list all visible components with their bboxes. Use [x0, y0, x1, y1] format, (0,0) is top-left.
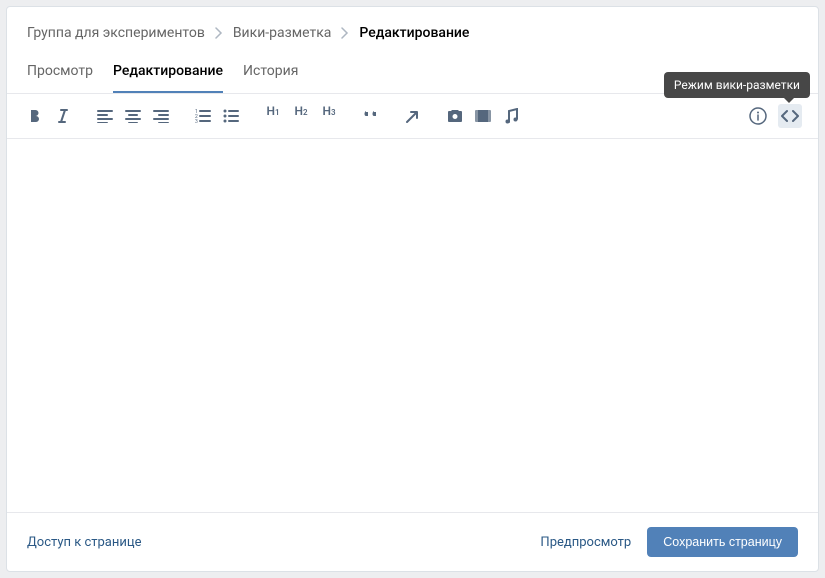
- save-button[interactable]: Сохранить страницу: [647, 527, 798, 557]
- align-right-button[interactable]: [149, 104, 173, 128]
- tab-history[interactable]: История: [243, 57, 298, 93]
- heading1-button[interactable]: H1: [261, 104, 285, 128]
- link-button[interactable]: [401, 104, 425, 128]
- bold-button[interactable]: [23, 104, 47, 128]
- photo-button[interactable]: [443, 104, 467, 128]
- ordered-list-button[interactable]: 123: [191, 104, 215, 128]
- toolbar-left-group: 123 H1 H2 H3: [23, 104, 523, 128]
- breadcrumb: Группа для экспериментов Вики-разметка Р…: [7, 7, 818, 57]
- chevron-right-icon: [215, 27, 223, 39]
- quote-button[interactable]: [359, 104, 383, 128]
- editor-textarea[interactable]: [7, 139, 818, 512]
- footer-actions: Предпросмотр Сохранить страницу: [540, 527, 798, 557]
- editor-toolbar: 123 H1 H2 H3: [7, 94, 818, 139]
- breadcrumb-page[interactable]: Вики-разметка: [233, 25, 332, 41]
- wiki-mode-button[interactable]: [778, 104, 802, 128]
- heading2-button[interactable]: H2: [289, 104, 313, 128]
- tab-edit[interactable]: Редактирование: [113, 57, 223, 93]
- italic-button[interactable]: [51, 104, 75, 128]
- align-center-button[interactable]: [121, 104, 145, 128]
- chevron-right-icon: [341, 27, 349, 39]
- wiki-mode-tooltip: Режим вики-разметки: [664, 72, 810, 98]
- align-left-button[interactable]: [93, 104, 117, 128]
- wiki-editor-panel: Группа для экспериментов Вики-разметка Р…: [6, 6, 819, 572]
- unordered-list-button[interactable]: [219, 104, 243, 128]
- editor-footer: Доступ к странице Предпросмотр Сохранить…: [7, 512, 818, 571]
- info-button[interactable]: [746, 104, 770, 128]
- video-button[interactable]: [471, 104, 495, 128]
- breadcrumb-current: Редактирование: [359, 25, 469, 41]
- heading3-button[interactable]: H3: [317, 104, 341, 128]
- breadcrumb-group[interactable]: Группа для экспериментов: [27, 25, 205, 41]
- audio-button[interactable]: [499, 104, 523, 128]
- toolbar-right-group: Режим вики-разметки: [746, 104, 802, 128]
- tab-preview[interactable]: Просмотр: [27, 57, 93, 93]
- page-access-link[interactable]: Доступ к странице: [27, 535, 141, 550]
- svg-text:3: 3: [195, 119, 198, 123]
- preview-link[interactable]: Предпросмотр: [540, 535, 631, 550]
